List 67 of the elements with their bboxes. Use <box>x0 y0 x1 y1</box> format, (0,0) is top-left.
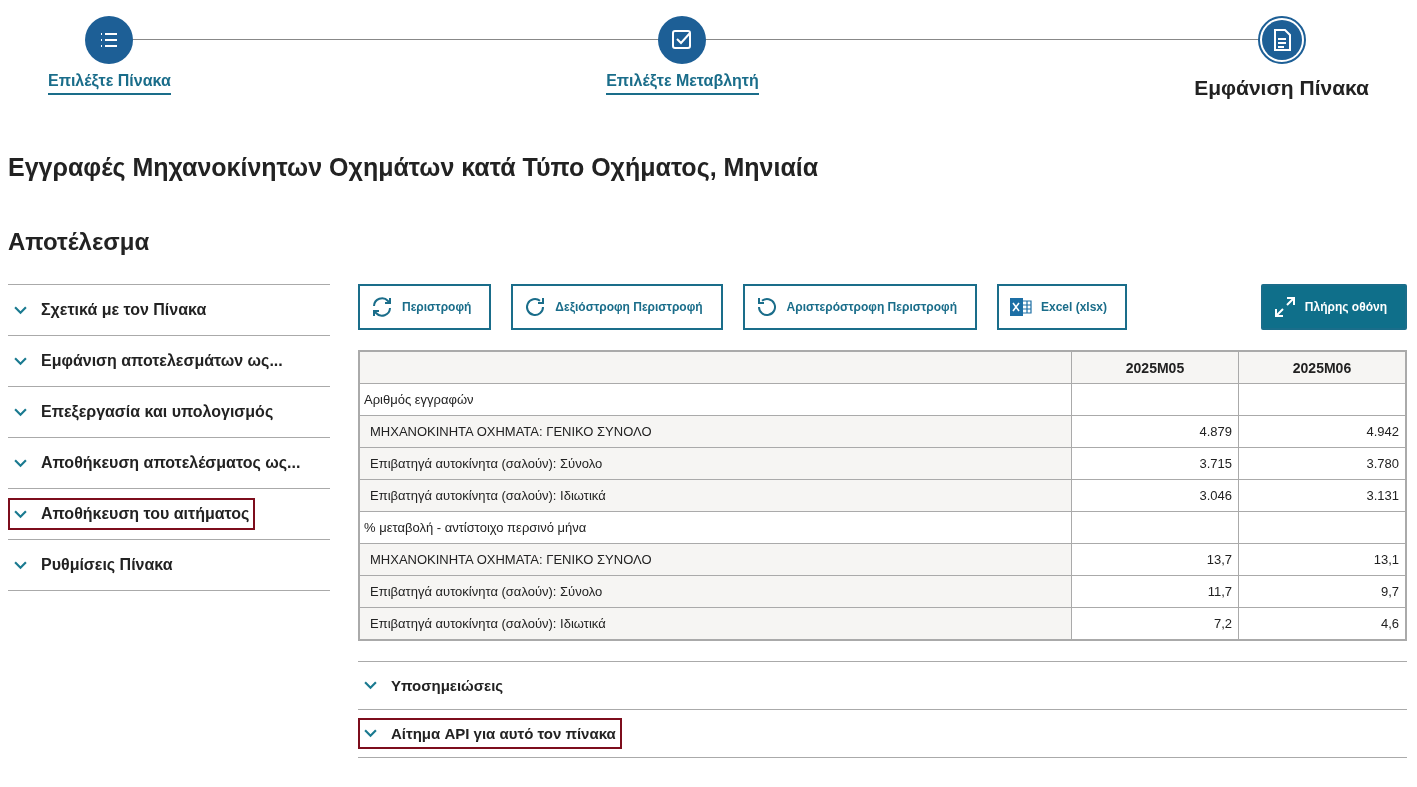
accordion-item[interactable]: Αποθήκευση αποτελέσματος ως... <box>8 447 307 479</box>
chevron-down-icon <box>14 305 27 315</box>
accordion-label: Ρυθμίσεις Πίνακα <box>41 556 173 574</box>
table-cell: 7,2 <box>1071 607 1239 640</box>
table-cell: 4.879 <box>1071 415 1239 448</box>
accordion-item[interactable]: Αίτημα API για αυτό τον πίνακα <box>358 718 622 749</box>
button-label: Δεξιόστροφη Περιστροφή <box>555 300 703 314</box>
table-cell: 3.715 <box>1071 447 1239 480</box>
accordion-label: Υποσημειώσεις <box>391 677 504 694</box>
fullscreen-button[interactable]: Πλήρης οθόνη <box>1260 284 1407 330</box>
table-cell: 4.942 <box>1238 415 1406 448</box>
accordion-item[interactable]: Εμφάνιση αποτελεσμάτων ως... <box>8 345 289 377</box>
table-cell: 11,7 <box>1071 575 1239 608</box>
checkbox-icon[interactable] <box>658 16 707 64</box>
row-label: Αριθμός εγγραφών <box>359 383 1072 416</box>
list-icon[interactable] <box>85 16 134 64</box>
section-heading: Αποτέλεσμα <box>8 227 151 257</box>
rotate-icon <box>370 295 394 319</box>
row-label: Επιβατηγά αυτοκίνητα (σαλούν): Ιδιωτικά <box>359 607 1072 640</box>
accordion-item[interactable]: Επεξεργασία και υπολογισμός <box>8 396 280 428</box>
accordion-label: Αποθήκευση του αιτήματος <box>41 505 250 523</box>
accordion-label: Αποθήκευση αποτελέσματος ως... <box>41 454 301 472</box>
table-cell: 4,6 <box>1238 607 1406 640</box>
table-cell: 3.131 <box>1238 479 1406 512</box>
table-cell: 3.780 <box>1238 447 1406 480</box>
column-header: 2025M05 <box>1071 351 1239 384</box>
column-header: 2025M06 <box>1238 351 1406 384</box>
button-label: Περιστροφή <box>402 300 472 314</box>
row-label: ΜΗΧΑΝΟΚΙΝΗΤΑ ΟΧΗΜΑΤΑ: ΓΕΝΙΚΟ ΣΥΝΟΛΟ <box>359 415 1072 448</box>
chevron-down-icon <box>14 560 27 570</box>
row-label: Επιβατηγά αυτοκίνητα (σαλούν): Σύνολο <box>359 447 1072 480</box>
accordion-label: Αίτημα API για αυτό τον πίνακα <box>391 725 616 742</box>
accordion-label: Επεξεργασία και υπολογισμός <box>41 403 274 421</box>
chevron-down-icon <box>364 729 377 738</box>
accordion-item[interactable]: Αποθήκευση του αιτήματος <box>8 498 256 530</box>
step-label: Εμφάνιση Πίνακα <box>1194 76 1369 100</box>
table-cell: 3.046 <box>1071 479 1239 512</box>
chevron-down-icon <box>14 407 27 417</box>
chevron-down-icon <box>364 681 377 690</box>
row-label: ΜΗΧΑΝΟΚΙΝΗΤΑ ΟΧΗΜΑΤΑ: ΓΕΝΙΚΟ ΣΥΝΟΛΟ <box>359 543 1072 576</box>
row-label: Επιβατηγά αυτοκίνητα (σαλούν): Ιδιωτικά <box>359 479 1072 512</box>
excel-button[interactable]: Excel (xlsx) <box>996 284 1127 330</box>
rotate-button[interactable]: Αριστερόστροφη Περιστροφή <box>742 284 977 330</box>
rotate-button[interactable]: Δεξιόστροφη Περιστροφή <box>511 284 723 330</box>
chevron-down-icon <box>14 509 27 519</box>
spreadsheet-icon <box>1008 295 1033 319</box>
document-icon[interactable] <box>1257 16 1306 64</box>
rotate-button[interactable]: Περιστροφή <box>358 284 492 330</box>
step-link[interactable]: Επιλέξτε Μεταβλητή <box>606 72 759 95</box>
row-label: Επιβατηγά αυτοκίνητα (σαλούν): Σύνολο <box>359 575 1072 608</box>
table-cell: 9,7 <box>1238 575 1406 608</box>
button-label: Πλήρης οθόνη <box>1304 300 1387 314</box>
chevron-down-icon <box>14 356 27 366</box>
chevron-down-icon <box>14 458 27 468</box>
accordion-item[interactable]: Υποσημειώσεις <box>358 670 510 701</box>
accordion-label: Εμφάνιση αποτελεσμάτων ως... <box>41 352 283 370</box>
step-link[interactable]: Επιλέξτε Πίνακα <box>48 72 171 95</box>
accordion-label: Σχετικά με τον Πίνακα <box>41 301 207 319</box>
expand-icon <box>1272 295 1297 319</box>
table-cell: 13,1 <box>1238 543 1406 576</box>
accordion-item[interactable]: Ρυθμίσεις Πίνακα <box>8 549 179 581</box>
page-title: Εγγραφές Μηχανοκίνητων Οχημάτων κατά Τύπο Οχήματος, Μηνιαία <box>8 152 820 183</box>
row-label: % μεταβολή - αντίστοιχο περσινό μήνα <box>359 511 1072 544</box>
accordion-item[interactable]: Σχετικά με τον Πίνακα <box>8 294 213 326</box>
button-label: Αριστερόστροφη Περιστροφή <box>786 300 957 314</box>
button-label: Excel (xlsx) <box>1040 300 1107 314</box>
table-cell: 13,7 <box>1071 543 1239 576</box>
